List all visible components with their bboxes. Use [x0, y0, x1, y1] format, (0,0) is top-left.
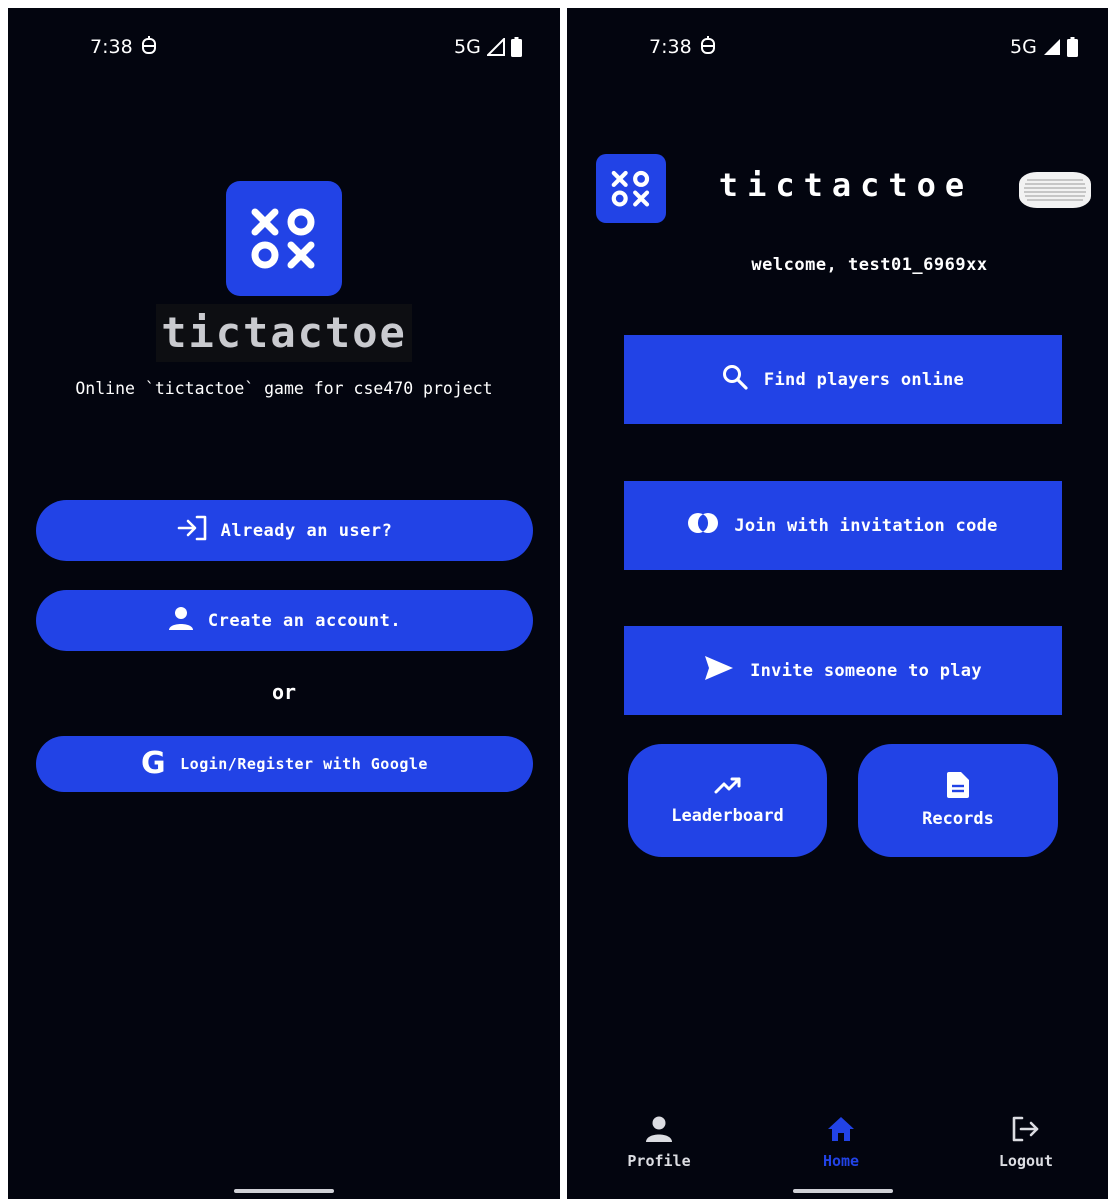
notification-icon [141, 36, 157, 61]
status-bar: 7:38 5G [567, 8, 1108, 68]
nav-logout[interactable]: Logout [966, 1116, 1086, 1170]
google-g-icon: G [141, 746, 167, 781]
leaderboard-button[interactable]: Leaderboard [628, 744, 827, 857]
trending-up-icon [714, 775, 742, 800]
welcome-text: welcome, test01_6969xx [751, 255, 988, 275]
app-logo [226, 181, 342, 296]
login-screen: 7:38 5G tictactoe Online `tictactoe` gam… [8, 8, 560, 1199]
gesture-bar[interactable] [234, 1189, 334, 1193]
or-label: or [271, 680, 297, 704]
create-account-button[interactable]: Create an account. [36, 590, 533, 651]
records-label: Records [922, 809, 994, 829]
notification-icon [700, 36, 716, 61]
invite-label: Invite someone to play [750, 660, 982, 681]
person-icon [646, 1116, 672, 1146]
document-icon [947, 772, 969, 803]
status-indicators: 5G [1010, 36, 1078, 58]
leaderboard-label: Leaderboard [671, 806, 784, 826]
nav-home-label: Home [822, 1152, 860, 1170]
search-icon [722, 364, 748, 395]
nav-home[interactable]: Home [781, 1116, 901, 1170]
person-icon [168, 606, 194, 635]
xo-ox-icon [251, 208, 315, 268]
login-arrow-icon [177, 515, 207, 546]
signal-icon [486, 38, 505, 56]
nav-profile-label: Profile [627, 1152, 691, 1170]
app-title: tictactoe [718, 166, 974, 204]
home-icon [827, 1116, 855, 1146]
app-title: tictactoe [156, 304, 412, 362]
app-subtitle: Online `tictactoe` game for cse470 proje… [75, 379, 493, 398]
invite-button[interactable]: Invite someone to play [624, 626, 1062, 715]
nav-profile[interactable]: Profile [599, 1116, 719, 1170]
records-button[interactable]: Records [858, 744, 1058, 857]
join-code-button[interactable]: Join with invitation code [624, 481, 1062, 570]
status-time: 7:38 [90, 36, 133, 58]
nav-logout-label: Logout [998, 1152, 1054, 1170]
find-players-label: Find players online [763, 369, 965, 390]
join-code-label: Join with invitation code [734, 515, 998, 536]
status-time: 7:38 [649, 36, 692, 58]
logout-icon [1012, 1116, 1040, 1146]
already-user-label: Already an user? [220, 520, 393, 541]
create-account-label: Create an account. [207, 610, 402, 631]
overlapping-circles-icon [688, 512, 719, 539]
network-label: 5G [454, 36, 481, 58]
status-bar: 7:38 5G [8, 8, 560, 68]
battery-icon [510, 37, 522, 57]
signal-icon [1043, 38, 1061, 56]
gesture-bar[interactable] [793, 1189, 893, 1193]
battery-icon [1066, 37, 1078, 57]
status-indicators: 5G [454, 36, 522, 58]
already-user-button[interactable]: Already an user? [36, 500, 533, 561]
home-screen: 7:38 5G tictactoe welcome, test01_6969xx… [567, 8, 1108, 1199]
network-label: 5G [1010, 36, 1037, 58]
google-login-label: Login/Register with Google [180, 755, 428, 773]
avatar[interactable] [1019, 172, 1091, 208]
send-icon [704, 655, 734, 686]
app-logo [596, 154, 666, 223]
google-login-button[interactable]: G Login/Register with Google [36, 736, 533, 792]
find-players-button[interactable]: Find players online [624, 335, 1062, 424]
xo-ox-icon [611, 170, 650, 207]
